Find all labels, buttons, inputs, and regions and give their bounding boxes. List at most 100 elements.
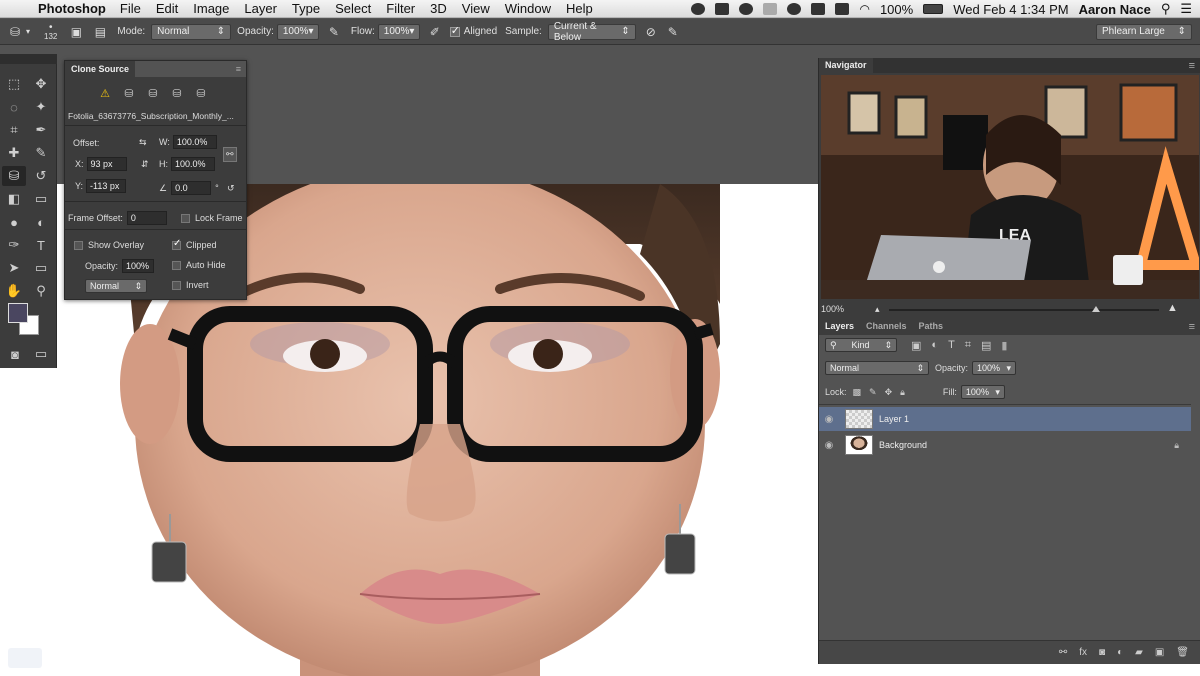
eyedropper-tool-icon[interactable]: ✒ (29, 120, 53, 140)
visibility-eye-icon[interactable]: ◉ (819, 440, 839, 451)
filter-smart-object-icon[interactable]: ▤ (981, 339, 991, 352)
navigator-title[interactable]: Navigator (819, 58, 873, 73)
show-overlay-checkbox[interactable]: Show Overlay (74, 240, 144, 250)
layer-style-icon[interactable]: fx (1079, 647, 1087, 658)
link-layers-icon[interactable]: ⚯ (1059, 647, 1067, 658)
magic-wand-tool-icon[interactable]: ✦ (29, 97, 53, 117)
clipped-checkbox[interactable]: Clipped (172, 238, 217, 250)
display-icon[interactable] (811, 3, 826, 15)
airbrush-button[interactable]: ✐ (428, 25, 442, 39)
lock-image-icon[interactable]: ✎ (869, 387, 877, 398)
new-group-icon[interactable]: ▰ (1135, 647, 1143, 658)
menu-view[interactable]: View (462, 1, 490, 16)
filter-adjustment-icon[interactable]: ◐ (931, 339, 938, 351)
navigator-zoom-slider[interactable] (889, 306, 1159, 312)
telegram-icon[interactable] (691, 3, 706, 15)
menu-3d[interactable]: 3D (430, 1, 447, 16)
notification-center-icon[interactable]: ☰ (1180, 1, 1192, 17)
new-layer-icon[interactable]: ▣ (1155, 647, 1164, 658)
zoom-tool-icon[interactable]: ⚲ (29, 281, 53, 301)
menu-window[interactable]: Window (505, 1, 551, 16)
move-tool-icon[interactable]: ✥ (29, 74, 53, 94)
panel-menu-icon[interactable]: ≡ (1189, 321, 1195, 333)
zoom-out-icon[interactable]: ▴ (875, 304, 880, 315)
slider-knob[interactable] (1092, 306, 1100, 312)
wifi-icon[interactable]: ◠ (859, 2, 869, 16)
pressure-opacity-button[interactable]: ✎ (327, 25, 341, 39)
brush-panel-button[interactable]: ▣ (69, 25, 83, 39)
frame-offset-input[interactable]: 0 (126, 211, 167, 225)
clone-source-panel-button[interactable]: ▤ (93, 25, 107, 39)
menu-help[interactable]: Help (566, 1, 593, 16)
flip-vertical-icon[interactable]: ⇵ (141, 159, 149, 170)
menu-type[interactable]: Type (292, 1, 320, 16)
filter-shape-icon[interactable]: ⌗ (965, 339, 971, 352)
quick-mask-icon[interactable]: ◙ (3, 344, 27, 364)
menu-image[interactable]: Image (193, 1, 229, 16)
tab-layers[interactable]: Layers (819, 318, 860, 335)
overlay-blend-select[interactable]: Normal ⇕ (85, 279, 147, 293)
menu-layer[interactable]: Layer (244, 1, 277, 16)
add-mask-icon[interactable]: ◙ (1099, 647, 1105, 658)
maintain-aspect-link-icon[interactable]: ⚯ (223, 147, 237, 162)
lasso-tool-icon[interactable]: ◌ (2, 97, 26, 117)
clone-source-title[interactable]: Clone Source (65, 61, 136, 77)
datetime[interactable]: Wed Feb 4 1:34 PM (953, 2, 1068, 17)
overlay-opacity-input[interactable]: 100% (122, 259, 155, 273)
battery-icon[interactable] (923, 4, 944, 14)
healing-brush-tool-icon[interactable]: ✚ (2, 143, 26, 163)
bell-icon[interactable] (763, 3, 778, 15)
y-offset-input[interactable]: -113 px (86, 179, 127, 193)
history-brush-tool-icon[interactable]: ↺ (29, 166, 53, 186)
workspace-select[interactable]: Phlearn Large ⇕ (1096, 23, 1192, 40)
hand-tool-icon[interactable]: ✋ (2, 281, 26, 301)
flow-input[interactable]: 100% ▾ (377, 23, 420, 40)
tab-channels[interactable]: Channels (860, 318, 913, 335)
filter-toggle-icon[interactable]: ▮ (1001, 339, 1007, 352)
menu-file[interactable]: File (120, 1, 141, 16)
reset-transform-icon[interactable]: ↺ (227, 183, 235, 194)
fill-input[interactable]: 100% ▾ (960, 385, 1005, 399)
blend-mode-select[interactable]: Normal ⇕ (825, 361, 929, 375)
layer-opacity-input[interactable]: 100% ▾ (972, 361, 1017, 375)
tab-paths[interactable]: Paths (913, 318, 950, 335)
clone-source-5-icon[interactable]: ⛁ (193, 87, 209, 101)
clone-source-2-icon[interactable]: ⛁ (121, 87, 137, 101)
menu-filter[interactable]: Filter (386, 1, 415, 16)
zoom-in-icon[interactable]: ▲ (1167, 302, 1178, 314)
flip-horizontal-icon[interactable]: ⇆ (139, 137, 147, 148)
delete-layer-icon[interactable]: 🗑︎ (1176, 647, 1189, 658)
height-scale-input[interactable]: 100.0% (171, 157, 215, 171)
tool-preset-picker[interactable]: ⛁ ▾ (8, 25, 30, 39)
navigator-thumbnail[interactable]: LEA (821, 75, 1199, 299)
path-selection-tool-icon[interactable]: ➤ (2, 258, 26, 278)
eraser-tool-icon[interactable]: ◧ (2, 189, 26, 209)
brush-tool-icon[interactable]: ✎ (29, 143, 53, 163)
lock-all-icon[interactable]: 🔒︎ (900, 387, 905, 398)
auto-hide-checkbox[interactable]: Auto Hide (172, 260, 226, 270)
lock-frame-checkbox[interactable]: Lock Frame (181, 213, 243, 223)
pen-tool-icon[interactable]: ✑ (2, 235, 26, 255)
clone-source-3-icon[interactable]: ⛁ (145, 87, 161, 101)
aligned-checkbox[interactable]: Aligned (449, 24, 497, 37)
tools-panel-header[interactable] (0, 54, 57, 64)
dodge-tool-icon[interactable]: ◐ (29, 212, 53, 232)
ignore-adjustment-layers-button[interactable]: ⊘ (644, 25, 658, 39)
sample-select[interactable]: Current & Below ⇕ (547, 21, 636, 43)
layer-row-background[interactable]: ◉ Background 🔒︎ (819, 433, 1191, 457)
type-tool-icon[interactable]: T (29, 235, 53, 255)
lock-position-icon[interactable]: ✥ (885, 387, 893, 398)
layer-row-layer-1[interactable]: ◉ Layer 1 (819, 407, 1191, 431)
panel-menu-icon[interactable]: ≡ (236, 64, 241, 74)
new-adjustment-icon[interactable]: ◐ (1117, 647, 1123, 658)
visibility-eye-icon[interactable]: ◉ (819, 414, 839, 425)
brush-size-picker[interactable]: • 132 (44, 22, 57, 41)
layer-name[interactable]: Layer 1 (879, 414, 909, 424)
rotation-input[interactable]: 0.0 (171, 181, 212, 195)
navigator-zoom-value[interactable]: 100% (821, 304, 844, 314)
filter-pixel-icon[interactable]: ▣ (911, 339, 921, 352)
panel-menu-icon[interactable]: ≡ (1189, 60, 1195, 72)
x-offset-input[interactable]: 93 px (86, 157, 127, 171)
blur-tool-icon[interactable]: ● (2, 212, 26, 232)
user-name[interactable]: Aaron Nace (1079, 2, 1151, 17)
